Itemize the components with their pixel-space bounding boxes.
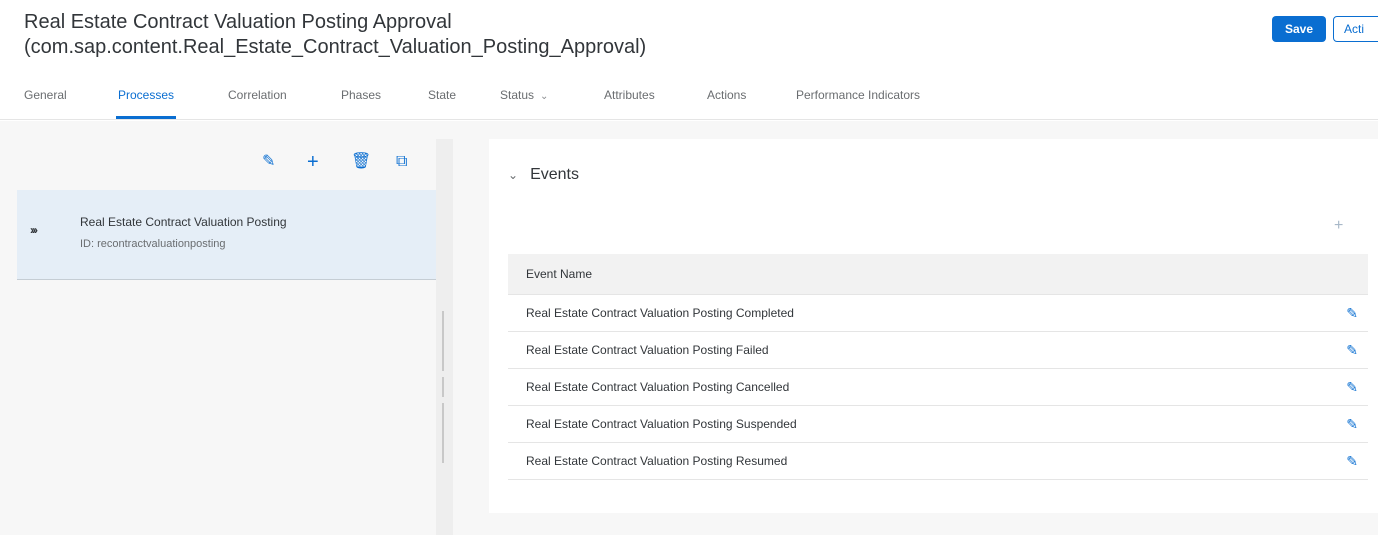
tab-processes[interactable]: Processes	[115, 88, 177, 120]
copy-icon[interactable]: ⧉	[396, 152, 407, 172]
edit-icon[interactable]: ✎	[1346, 295, 1358, 331]
table-row[interactable]: Real Estate Contract Valuation Posting S…	[508, 406, 1368, 443]
table-row[interactable]: Real Estate Contract Valuation Posting C…	[508, 369, 1368, 406]
add-event-icon[interactable]: +	[1334, 217, 1343, 235]
pane-splitter[interactable]	[436, 139, 453, 535]
splitter-grip[interactable]	[442, 377, 444, 397]
events-table: Event Name Real Estate Contract Valuatio…	[508, 254, 1368, 480]
column-header-event-name: Event Name	[508, 254, 1368, 295]
table-row[interactable]: Real Estate Contract Valuation Posting R…	[508, 443, 1368, 480]
add-icon[interactable]: +	[307, 152, 319, 172]
tab-state[interactable]: State	[428, 88, 456, 120]
page-title: Real Estate Contract Valuation Posting A…	[24, 11, 452, 33]
table-row[interactable]: Real Estate Contract Valuation Posting C…	[508, 295, 1368, 332]
chevron-down-icon: ⌄	[540, 91, 549, 102]
splitter-grip[interactable]	[442, 311, 444, 371]
page-header: Real Estate Contract Valuation Posting A…	[0, 0, 1378, 70]
table-row[interactable]: Real Estate Contract Valuation Posting F…	[508, 332, 1368, 369]
tab-general[interactable]: General	[24, 88, 67, 120]
tab-performance-indicators[interactable]: Performance Indicators	[796, 88, 920, 120]
tab-attributes[interactable]: Attributes	[604, 88, 655, 120]
edit-icon[interactable]: ✎	[1346, 406, 1358, 442]
tab-status[interactable]: Status ⌄	[500, 88, 548, 120]
activate-button[interactable]: Acti	[1333, 16, 1378, 42]
tab-correlation[interactable]: Correlation	[228, 88, 287, 120]
process-list-item[interactable]: ››› Real Estate Contract Valuation Posti…	[17, 190, 437, 280]
process-id: ID: recontractvaluationposting	[80, 238, 226, 250]
tab-bar: General Processes Correlation Phases Sta…	[0, 78, 1378, 120]
splitter-grip[interactable]	[442, 403, 444, 463]
delete-icon[interactable]: 🗑	[351, 152, 371, 172]
edit-icon[interactable]: ✎	[1346, 443, 1358, 479]
events-panel: ⌄ Events + Event Name Real Estate Contrac…	[489, 139, 1378, 513]
process-icon: ›››	[30, 223, 38, 237]
edit-icon[interactable]: ✎	[1346, 369, 1358, 405]
save-button[interactable]: Save	[1272, 16, 1326, 42]
tab-phases[interactable]: Phases	[341, 88, 381, 120]
chevron-down-icon: ⌄	[508, 168, 519, 182]
process-title: Real Estate Contract Valuation Posting	[80, 215, 287, 229]
tab-actions[interactable]: Actions	[707, 88, 746, 120]
edit-icon[interactable]: ✎	[1346, 332, 1358, 368]
content-area: ✎ + 🗑 ⧉ ››› Real Estate Contract Valuati…	[0, 121, 1378, 535]
edit-icon[interactable]: ✎	[262, 152, 275, 172]
events-section-header[interactable]: ⌄ Events	[508, 166, 579, 184]
page-subtitle: (com.sap.content.Real_Estate_Contract_Va…	[24, 36, 647, 58]
